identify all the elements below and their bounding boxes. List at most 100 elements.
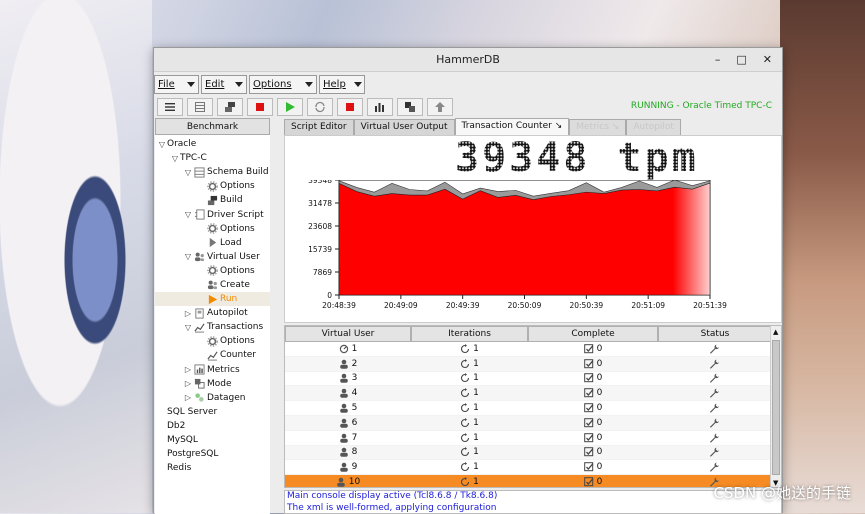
tree-item-mysql[interactable]: MySQL: [155, 433, 270, 447]
tree-item-label: Virtual User: [207, 252, 260, 262]
tree-item-datagen[interactable]: ▷Datagen: [155, 391, 270, 405]
tree-item-options[interactable]: Options: [155, 264, 270, 278]
menu-options[interactable]: Options: [249, 75, 317, 94]
menu-file[interactable]: File: [154, 75, 199, 94]
upload-icon: [434, 101, 446, 113]
wrench-icon: [709, 433, 722, 443]
tree-item-db2[interactable]: Db2: [155, 419, 270, 433]
table-scrollbar[interactable]: ▲ ▼: [770, 326, 781, 488]
complete-cell: 0: [528, 401, 658, 415]
user-icon: [339, 418, 352, 428]
scroll-up-icon[interactable]: ▲: [773, 328, 778, 336]
metrics-button[interactable]: [397, 98, 423, 116]
tree-item-oracle[interactable]: ▽Oracle: [155, 137, 270, 151]
title-bar: HammerDB – □ ✕: [154, 48, 782, 72]
tree-item-schema-build[interactable]: ▽Schema Build: [155, 165, 270, 179]
tree-item-transactions[interactable]: ▽Transactions: [155, 320, 270, 334]
tree-item-options[interactable]: Options: [155, 179, 270, 193]
menu-help[interactable]: Help: [319, 75, 365, 94]
stop-build-button[interactable]: [247, 98, 273, 116]
expanded-icon[interactable]: ▽: [183, 323, 193, 332]
schema-button[interactable]: [187, 98, 213, 116]
tree-item-label: Metrics: [207, 365, 240, 375]
table-row[interactable]: 910: [285, 460, 781, 475]
iterations-cell: 1: [411, 416, 528, 430]
tree-item-label: Create: [220, 280, 250, 290]
collapsed-icon[interactable]: ▷: [183, 309, 193, 318]
collapsed-icon[interactable]: ▷: [183, 393, 193, 402]
loop-icon: [460, 359, 473, 369]
transaction-counter-button[interactable]: [367, 98, 393, 116]
expanded-icon[interactable]: ▽: [157, 140, 167, 149]
table-row[interactable]: 110: [285, 342, 781, 357]
loop-icon: [460, 462, 473, 472]
tree-item-virtual-user[interactable]: ▽ Virtual User: [155, 250, 270, 264]
close-button[interactable]: ✕: [763, 48, 772, 72]
tree-item-run[interactable]: Run: [155, 292, 270, 306]
expanded-icon[interactable]: ▽: [183, 168, 193, 177]
tree-item-options[interactable]: Options: [155, 222, 270, 236]
tree-item-metrics[interactable]: ▷ Metrics: [155, 363, 270, 377]
virtual-user-cell-value: 6: [352, 418, 358, 428]
table-row[interactable]: 710: [285, 431, 781, 446]
tree-item-driver-script[interactable]: ▽Driver Script: [155, 207, 270, 221]
col-status[interactable]: Status: [658, 326, 772, 342]
run-button[interactable]: [277, 98, 303, 116]
table-row[interactable]: 510: [285, 401, 781, 416]
tree-item-label: MySQL: [167, 435, 198, 445]
expanded-icon[interactable]: ▽: [170, 154, 180, 163]
complete-cell-value: 0: [597, 447, 603, 457]
col-iterations[interactable]: Iterations: [411, 326, 528, 342]
tree-item-sql-server[interactable]: SQL Server: [155, 405, 270, 419]
tree-item-mode[interactable]: ▷Mode: [155, 377, 270, 391]
scroll-thumb[interactable]: [772, 340, 780, 475]
tab-virtual-user-output[interactable]: Virtual User Output: [354, 119, 455, 135]
tree-item-options[interactable]: Options: [155, 334, 270, 348]
col-complete[interactable]: Complete: [528, 326, 658, 342]
tab-transaction-counter[interactable]: Transaction Counter ↘: [455, 118, 570, 135]
table-header: Virtual User Iterations Complete Status: [285, 326, 781, 342]
collapsed-icon[interactable]: ▷: [183, 365, 193, 374]
tree-item-load[interactable]: Load: [155, 236, 270, 250]
menu-help-label: Help: [323, 79, 346, 90]
benchmark-tab[interactable]: Benchmark: [155, 118, 270, 135]
check-icon: [584, 433, 597, 443]
y-tick-label: 0: [327, 291, 332, 300]
autopilot-button[interactable]: [427, 98, 453, 116]
tree-item-postgresql[interactable]: PostgreSQL: [155, 447, 270, 461]
menu-edit[interactable]: Edit: [201, 75, 247, 94]
table-row[interactable]: 210: [285, 357, 781, 372]
complete-cell-value: 0: [597, 359, 603, 369]
tree-item-create[interactable]: Create: [155, 278, 270, 292]
table-row[interactable]: 1010: [285, 475, 781, 488]
tree-item-build[interactable]: Build: [155, 193, 270, 207]
tree-item-counter[interactable]: Counter: [155, 348, 270, 362]
tab-strip: Script Editor Virtual User Output Transa…: [284, 118, 782, 135]
collapsed-icon[interactable]: ▷: [183, 379, 193, 388]
expanded-icon[interactable]: ▽: [183, 210, 193, 219]
stop-run-button[interactable]: [337, 98, 363, 116]
status-cell: [658, 446, 772, 460]
status-cell: [658, 416, 772, 430]
table-row[interactable]: 610: [285, 416, 781, 431]
tree-item-autopilot[interactable]: ▷Autopilot: [155, 306, 270, 320]
x-tick-label: 20:51:09: [631, 301, 665, 310]
expanded-icon[interactable]: ▽: [183, 252, 193, 261]
hamburger-button[interactable]: [157, 98, 183, 116]
maximize-button[interactable]: □: [736, 48, 746, 72]
tree-item-redis[interactable]: Redis: [155, 461, 270, 475]
build-button[interactable]: [217, 98, 243, 116]
wrench-icon: [709, 388, 722, 398]
tab-script-editor[interactable]: Script Editor: [284, 119, 354, 135]
minimize-button[interactable]: –: [715, 48, 721, 72]
col-virtual-user[interactable]: Virtual User: [285, 326, 411, 342]
tree-item-tpc-c[interactable]: ▽TPC-C: [155, 151, 270, 165]
loop-button[interactable]: [307, 98, 333, 116]
complete-cell: 0: [528, 446, 658, 460]
table-row[interactable]: 810: [285, 446, 781, 461]
table-row[interactable]: 310: [285, 372, 781, 387]
table-row[interactable]: 410: [285, 386, 781, 401]
status-cell: [658, 431, 772, 445]
datagen-icon: [193, 392, 205, 403]
gear-icon: [206, 181, 218, 192]
